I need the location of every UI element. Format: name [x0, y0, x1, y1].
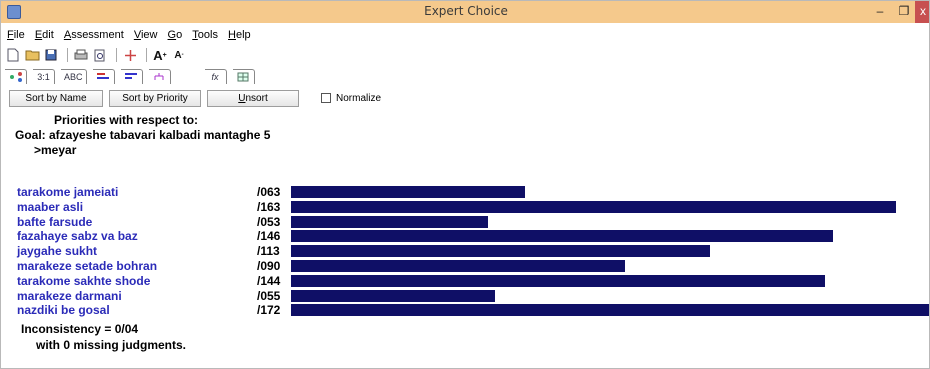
menu-assessment[interactable]: Assessment — [64, 25, 124, 45]
window-title: Expert Choice — [424, 4, 508, 18]
priority-bar — [291, 230, 833, 243]
priority-bar — [291, 289, 495, 302]
criterion-label: tarakome jameiati — [17, 185, 119, 199]
normalize-option[interactable]: Normalize — [321, 93, 381, 104]
tree-mode-icon[interactable] — [5, 68, 27, 84]
priority-bar — [291, 304, 929, 317]
sort-by-name-button[interactable]: Sort by Name — [9, 89, 103, 107]
formula-tab[interactable]: fx — [204, 68, 227, 84]
priority-bars-icon[interactable] — [120, 68, 143, 84]
mode-toolbar: 3:1 ABC fx — [5, 66, 261, 86]
unsort-button[interactable]: Unsort — [207, 89, 299, 107]
node-path: >meyar — [34, 143, 77, 157]
ratio-tab[interactable]: 3:1 — [33, 68, 55, 84]
bar-graph-icon[interactable] — [92, 68, 115, 84]
priority-row[interactable]: fazahaye sabz va baz/146 — [1, 229, 929, 244]
priority-row[interactable]: bafte farsude/053 — [1, 214, 929, 230]
menu-tools[interactable]: Tools — [192, 25, 218, 45]
normalize-label: Normalize — [336, 92, 382, 104]
print-icon[interactable] — [73, 47, 89, 63]
priority-bar — [291, 200, 896, 213]
criterion-label: maaber asli — [17, 199, 84, 214]
menu-help[interactable]: Help — [228, 25, 251, 45]
priority-bar — [291, 186, 525, 198]
priorities-heading: Priorities with respect to: — [54, 113, 199, 127]
priority-value: /090 — [257, 259, 281, 273]
priority-value: /053 — [257, 214, 281, 229]
priority-value: /113 — [257, 244, 280, 259]
criterion-label: fazahaye sabz va baz — [17, 229, 138, 244]
priority-bar — [291, 274, 825, 287]
priority-row[interactable]: marakeze setade bohran/090 — [1, 259, 929, 274]
print-preview-icon[interactable] — [92, 47, 108, 63]
criterion-label: tarakome sakhte shode — [17, 273, 151, 288]
new-file-icon[interactable] — [5, 47, 21, 63]
font-larger-icon[interactable]: A + — [152, 47, 168, 63]
goal-text: Goal: afzayeshe tabavari kalbadi mantagh… — [15, 128, 271, 142]
toolbar-separator — [67, 48, 68, 62]
priority-value: /063 — [257, 185, 281, 199]
criterion-label: nazdiki be gosal — [17, 303, 110, 318]
priority-row[interactable]: tarakome sakhte shode/144 — [1, 273, 929, 289]
menu-file[interactable]: File — [7, 25, 25, 45]
priority-row[interactable]: tarakome jameiati/063 — [1, 185, 929, 200]
move-icon[interactable] — [122, 47, 138, 63]
minimize-button[interactable]: – — [869, 1, 891, 23]
grid-view-icon[interactable] — [232, 68, 255, 84]
priority-bar — [291, 260, 625, 272]
priority-row[interactable]: nazdiki be gosal/172 — [1, 303, 929, 318]
save-icon[interactable] — [43, 47, 59, 63]
main-toolbar: A + A- — [5, 45, 190, 65]
priority-bar — [291, 215, 488, 228]
criterion-label: marakeze darmani — [17, 288, 122, 303]
menu-bar: File Edit Assessment View Go Tools Help — [1, 25, 929, 45]
priority-value: /172 — [257, 303, 281, 318]
menu-edit[interactable]: Edit — [35, 25, 54, 45]
priority-value: /055 — [257, 288, 281, 303]
menu-view[interactable]: View — [134, 25, 158, 45]
font-smaller-icon[interactable]: A- — [171, 47, 187, 63]
hierarchy-icon[interactable] — [148, 68, 171, 84]
maximize-button[interactable]: ❐ — [893, 1, 915, 23]
criterion-label: marakeze setade bohran — [17, 259, 158, 273]
sort-by-priority-button[interactable]: Sort by Priority — [109, 89, 201, 107]
menu-go[interactable]: Go — [168, 25, 183, 45]
sort-bar: Sort by Name Sort by Priority Unsort Nor… — [9, 89, 381, 107]
toolbar-separator — [146, 48, 147, 62]
priority-value: /146 — [257, 229, 281, 244]
criterion-label: bafte farsude — [17, 214, 93, 229]
priority-bar — [291, 245, 710, 258]
priority-value: /163 — [257, 199, 281, 214]
priority-row[interactable]: jaygahe sukht/113 — [1, 244, 929, 259]
normalize-checkbox[interactable] — [321, 93, 331, 103]
priority-row[interactable]: maaber asli/163 — [1, 199, 929, 215]
priority-value: /144 — [257, 273, 281, 288]
abc-tab[interactable]: ABC — [61, 68, 87, 84]
toolbar-separator — [116, 48, 117, 62]
missing-judgments: with 0 missing judgments. — [36, 338, 187, 352]
open-folder-icon[interactable] — [24, 47, 40, 63]
criterion-label: jaygahe sukht — [17, 244, 98, 259]
priority-row[interactable]: marakeze darmani/055 — [1, 288, 929, 304]
priorities-panel: Priorities with respect to: Goal: afzaye… — [1, 109, 929, 368]
close-button[interactable]: x — [915, 1, 929, 23]
inconsistency-ratio: Inconsistency = 0/04 — [21, 322, 139, 336]
expert-choice-window: Expert Choice – ❐ x File Edit Assessment… — [0, 0, 930, 369]
title-bar[interactable]: Expert Choice – ❐ x — [1, 1, 929, 23]
